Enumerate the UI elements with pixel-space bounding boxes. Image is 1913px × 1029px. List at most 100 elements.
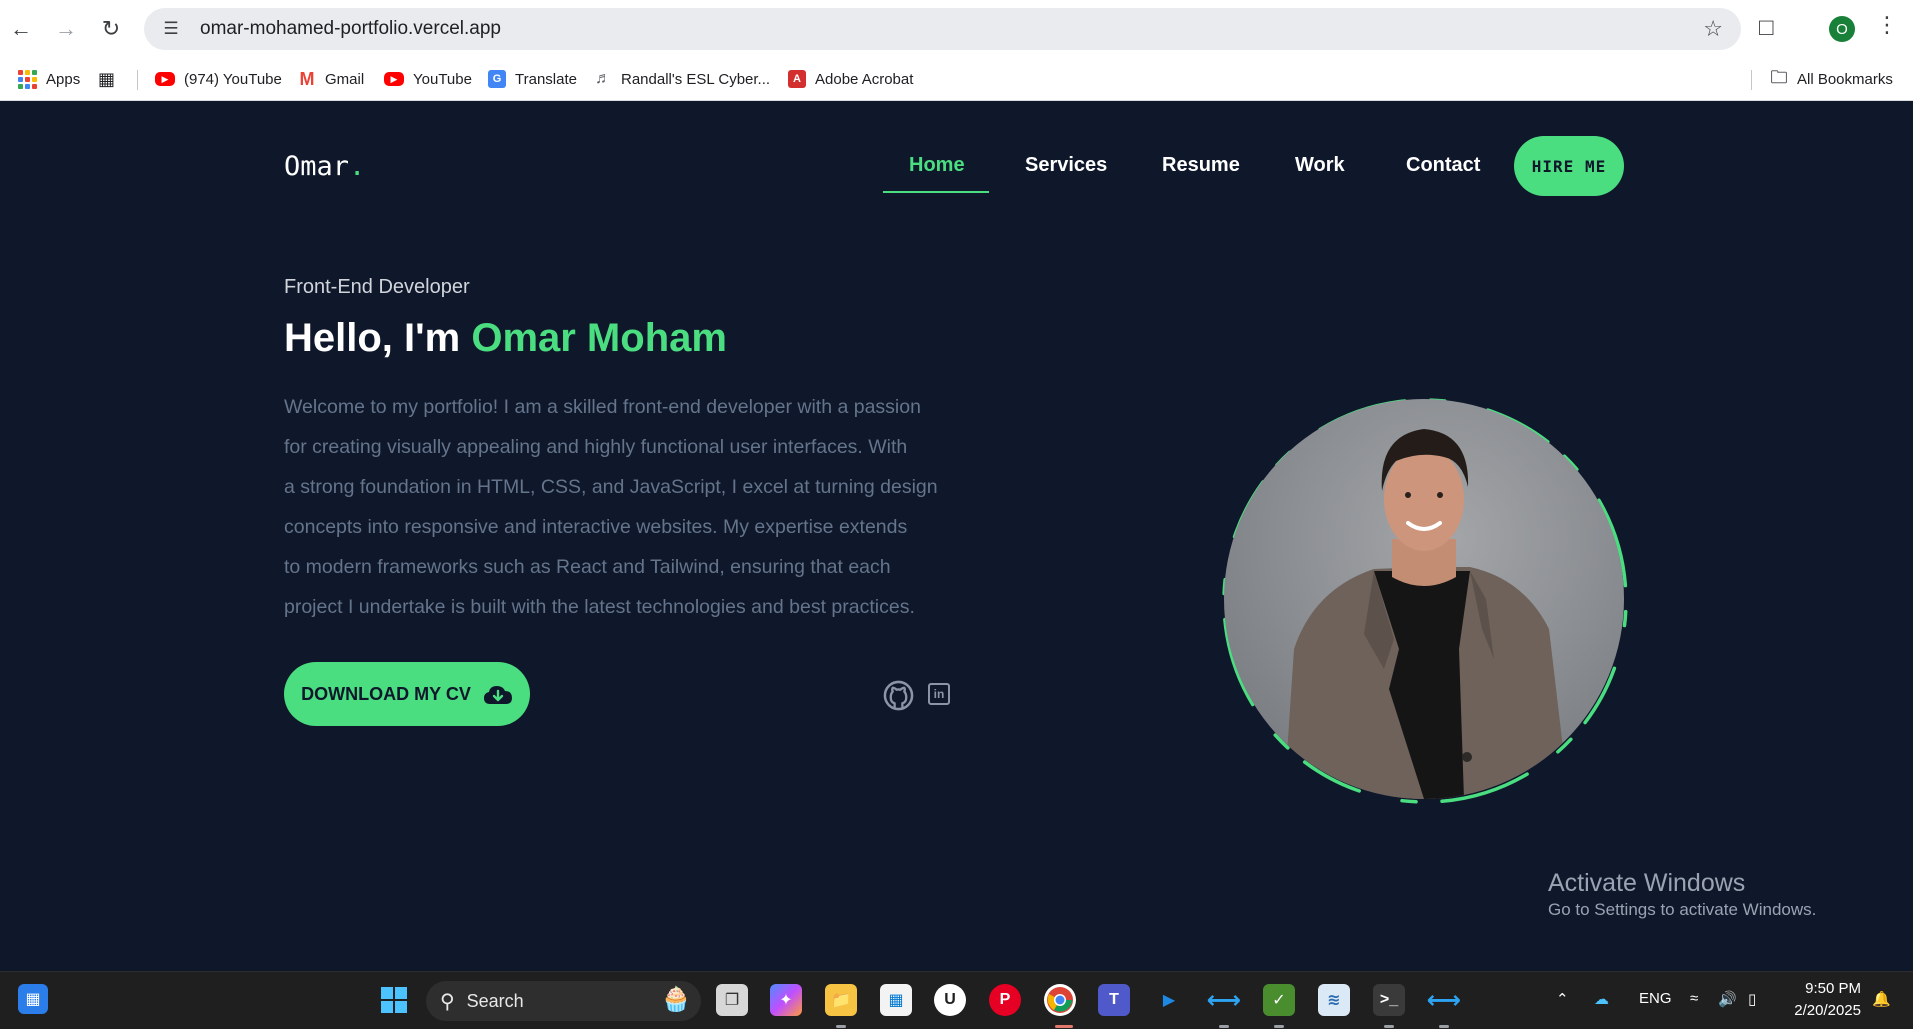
taskbar-search-label: Search xyxy=(466,990,524,1011)
bio-line: to modern frameworks such as React and T… xyxy=(284,556,891,578)
activate-windows-subtitle: Go to Settings to activate Windows. xyxy=(1548,900,1817,919)
bookmark-acrobat[interactable]: A Adobe Acrobat xyxy=(788,65,913,93)
linkedin-icon[interactable]: in xyxy=(928,683,950,705)
download-cv-button[interactable]: DOWNLOAD MY CV xyxy=(284,662,530,726)
acrobat-icon: A xyxy=(788,70,806,88)
bookmark-label: Adobe Acrobat xyxy=(815,70,914,88)
volume-icon[interactable]: 🔊 xyxy=(1718,990,1737,1008)
github-icon[interactable] xyxy=(883,680,914,711)
clock-date[interactable]: 2/20/2025 xyxy=(1787,1002,1861,1019)
installer-icon[interactable]: ✓ xyxy=(1263,984,1295,1016)
bookmark-youtube-974[interactable]: ▶ (974) YouTube xyxy=(155,65,282,93)
address-bar[interactable]: ☰ omar-mohamed-portfolio.vercel.app ☆ xyxy=(144,8,1741,50)
bio-line: concepts into responsive and interactive… xyxy=(284,516,908,538)
terminal-icon[interactable]: >_ xyxy=(1373,984,1405,1016)
bookmark-label: Apps xyxy=(46,70,81,88)
wifi-icon[interactable]: ≈ xyxy=(1690,990,1698,1007)
bookmark-apps[interactable]: Apps xyxy=(18,65,80,93)
hero-heading: Hello, I'm Omar Moham xyxy=(284,316,727,361)
site-info-icon[interactable]: ☰ xyxy=(156,14,186,44)
gmail-icon: M xyxy=(299,68,315,89)
onedrive-icon[interactable]: ☁ xyxy=(1594,990,1609,1008)
nav-contact[interactable]: Contact xyxy=(1406,154,1480,177)
all-bookmarks-label: All Bookmarks xyxy=(1797,70,1893,88)
windows-taskbar: ▦ ⚲ Search 🧁 ❐ ✦ 📁 ▦ U P T ▶ ⟷ ✓ ≋ >_ ⟷ … xyxy=(0,971,1913,1029)
tab-groups-icon[interactable]: ▦ xyxy=(98,65,115,93)
logo-dot: . xyxy=(349,151,366,182)
taskbar-search[interactable]: ⚲ Search 🧁 xyxy=(426,981,701,1021)
chrome-icon[interactable] xyxy=(1044,984,1076,1016)
translate-icon: G xyxy=(488,70,506,88)
browser-menu-icon[interactable]: ⋮ xyxy=(1876,12,1898,38)
apps-grid-icon xyxy=(18,69,37,89)
nav-resume[interactable]: Resume xyxy=(1162,154,1240,177)
youtube-icon: ▶ xyxy=(155,72,175,86)
vscode-icon[interactable]: ⟷ xyxy=(1427,984,1461,1016)
back-icon[interactable]: ← xyxy=(4,12,38,46)
nav-services[interactable]: Services xyxy=(1025,154,1107,177)
battery-icon[interactable]: ▯ xyxy=(1748,990,1756,1008)
nav-home[interactable]: Home xyxy=(909,154,965,177)
clock-time[interactable]: 9:50 PM xyxy=(1805,980,1861,997)
bookmark-youtube[interactable]: ▶ YouTube xyxy=(384,65,472,93)
search-icon: ⚲ xyxy=(440,990,455,1013)
bookmark-randall[interactable]: ♬ Randall's ESL Cyber... xyxy=(594,65,770,93)
cloud-download-icon xyxy=(483,686,512,704)
divider xyxy=(1751,70,1752,90)
portfolio-page: Omar. Home Services Resume Work Contact … xyxy=(0,101,1913,971)
udemy-icon[interactable]: U xyxy=(934,984,966,1016)
bio-line: for creating visually appealing and high… xyxy=(284,436,908,458)
youtube-icon: ▶ xyxy=(384,72,404,86)
bookmark-translate[interactable]: G Translate xyxy=(488,65,577,93)
active-indicator xyxy=(1055,1025,1073,1028)
notification-bell-icon[interactable]: 🔔 xyxy=(1872,990,1891,1008)
bio-line: Welcome to my portfolio! I am a skilled … xyxy=(284,396,921,418)
running-indicator xyxy=(1219,1025,1229,1028)
task-view-icon[interactable]: ❐ xyxy=(716,984,748,1016)
running-indicator xyxy=(1439,1025,1449,1028)
chevron-up-icon[interactable]: ⌃ xyxy=(1556,990,1569,1008)
widgets-icon[interactable]: ▦ xyxy=(18,984,48,1014)
microsoft-store-icon[interactable]: ▦ xyxy=(880,984,912,1016)
bookmark-label: Randall's ESL Cyber... xyxy=(621,70,771,88)
running-indicator xyxy=(836,1025,846,1028)
windows-start-icon[interactable] xyxy=(378,984,410,1016)
language-indicator[interactable]: ENG xyxy=(1639,990,1672,1007)
bookmarks-bar: Apps ▦ ▶ (974) YouTube M Gmail ▶ YouTube… xyxy=(0,58,1913,101)
browser-toolbar: ← → ↻ ☰ omar-mohamed-portfolio.vercel.ap… xyxy=(0,0,1913,58)
profile-avatar[interactable]: O xyxy=(1829,16,1855,42)
hire-me-button[interactable]: HIRE ME xyxy=(1514,136,1624,196)
reload-icon[interactable]: ↻ xyxy=(94,12,128,46)
forward-icon[interactable]: → xyxy=(49,12,83,46)
running-indicator xyxy=(1384,1025,1394,1028)
bio-line: project I undertake is built with the la… xyxy=(284,596,915,618)
download-cv-label: DOWNLOAD MY CV xyxy=(301,683,471,704)
nav-work[interactable]: Work xyxy=(1295,154,1345,177)
nav-active-underline xyxy=(883,191,989,193)
resource-monitor-icon[interactable]: ≋ xyxy=(1318,984,1350,1016)
muffin-icon: 🧁 xyxy=(661,986,691,1013)
site-logo[interactable]: Omar. xyxy=(284,151,365,182)
pinterest-icon[interactable]: P xyxy=(989,984,1021,1016)
headphones-icon: ♬ xyxy=(595,70,611,87)
bio-paragraph: Welcome to my portfolio! I am a skilled … xyxy=(284,387,964,627)
bookmark-gmail[interactable]: M Gmail xyxy=(298,65,365,93)
copilot-icon[interactable]: ✦ xyxy=(770,984,802,1016)
url-text[interactable]: omar-mohamed-portfolio.vercel.app xyxy=(200,18,501,40)
power-automate-icon[interactable]: ▶ xyxy=(1153,984,1185,1016)
profile-photo xyxy=(1224,399,1624,799)
bookmark-label: (974) YouTube xyxy=(184,70,282,88)
bookmark-label: YouTube xyxy=(413,70,472,88)
hero-greeting: Hello, I'm xyxy=(284,316,472,360)
extensions-icon[interactable]: □ xyxy=(1759,14,1774,42)
file-explorer-icon[interactable]: 📁 xyxy=(825,984,857,1016)
bookmark-label: Gmail xyxy=(325,70,365,88)
bookmark-star-icon[interactable]: ☆ xyxy=(1703,16,1723,42)
teams-icon[interactable]: T xyxy=(1098,984,1130,1016)
bookmark-label: Translate xyxy=(515,70,577,88)
activate-windows-title: Activate Windows xyxy=(1548,869,1746,897)
logo-text: Omar xyxy=(284,151,350,182)
all-bookmarks[interactable]: 🗀 All Bookmarks xyxy=(1770,65,1893,93)
divider xyxy=(137,70,138,90)
vscode-icon[interactable]: ⟷ xyxy=(1207,984,1241,1016)
